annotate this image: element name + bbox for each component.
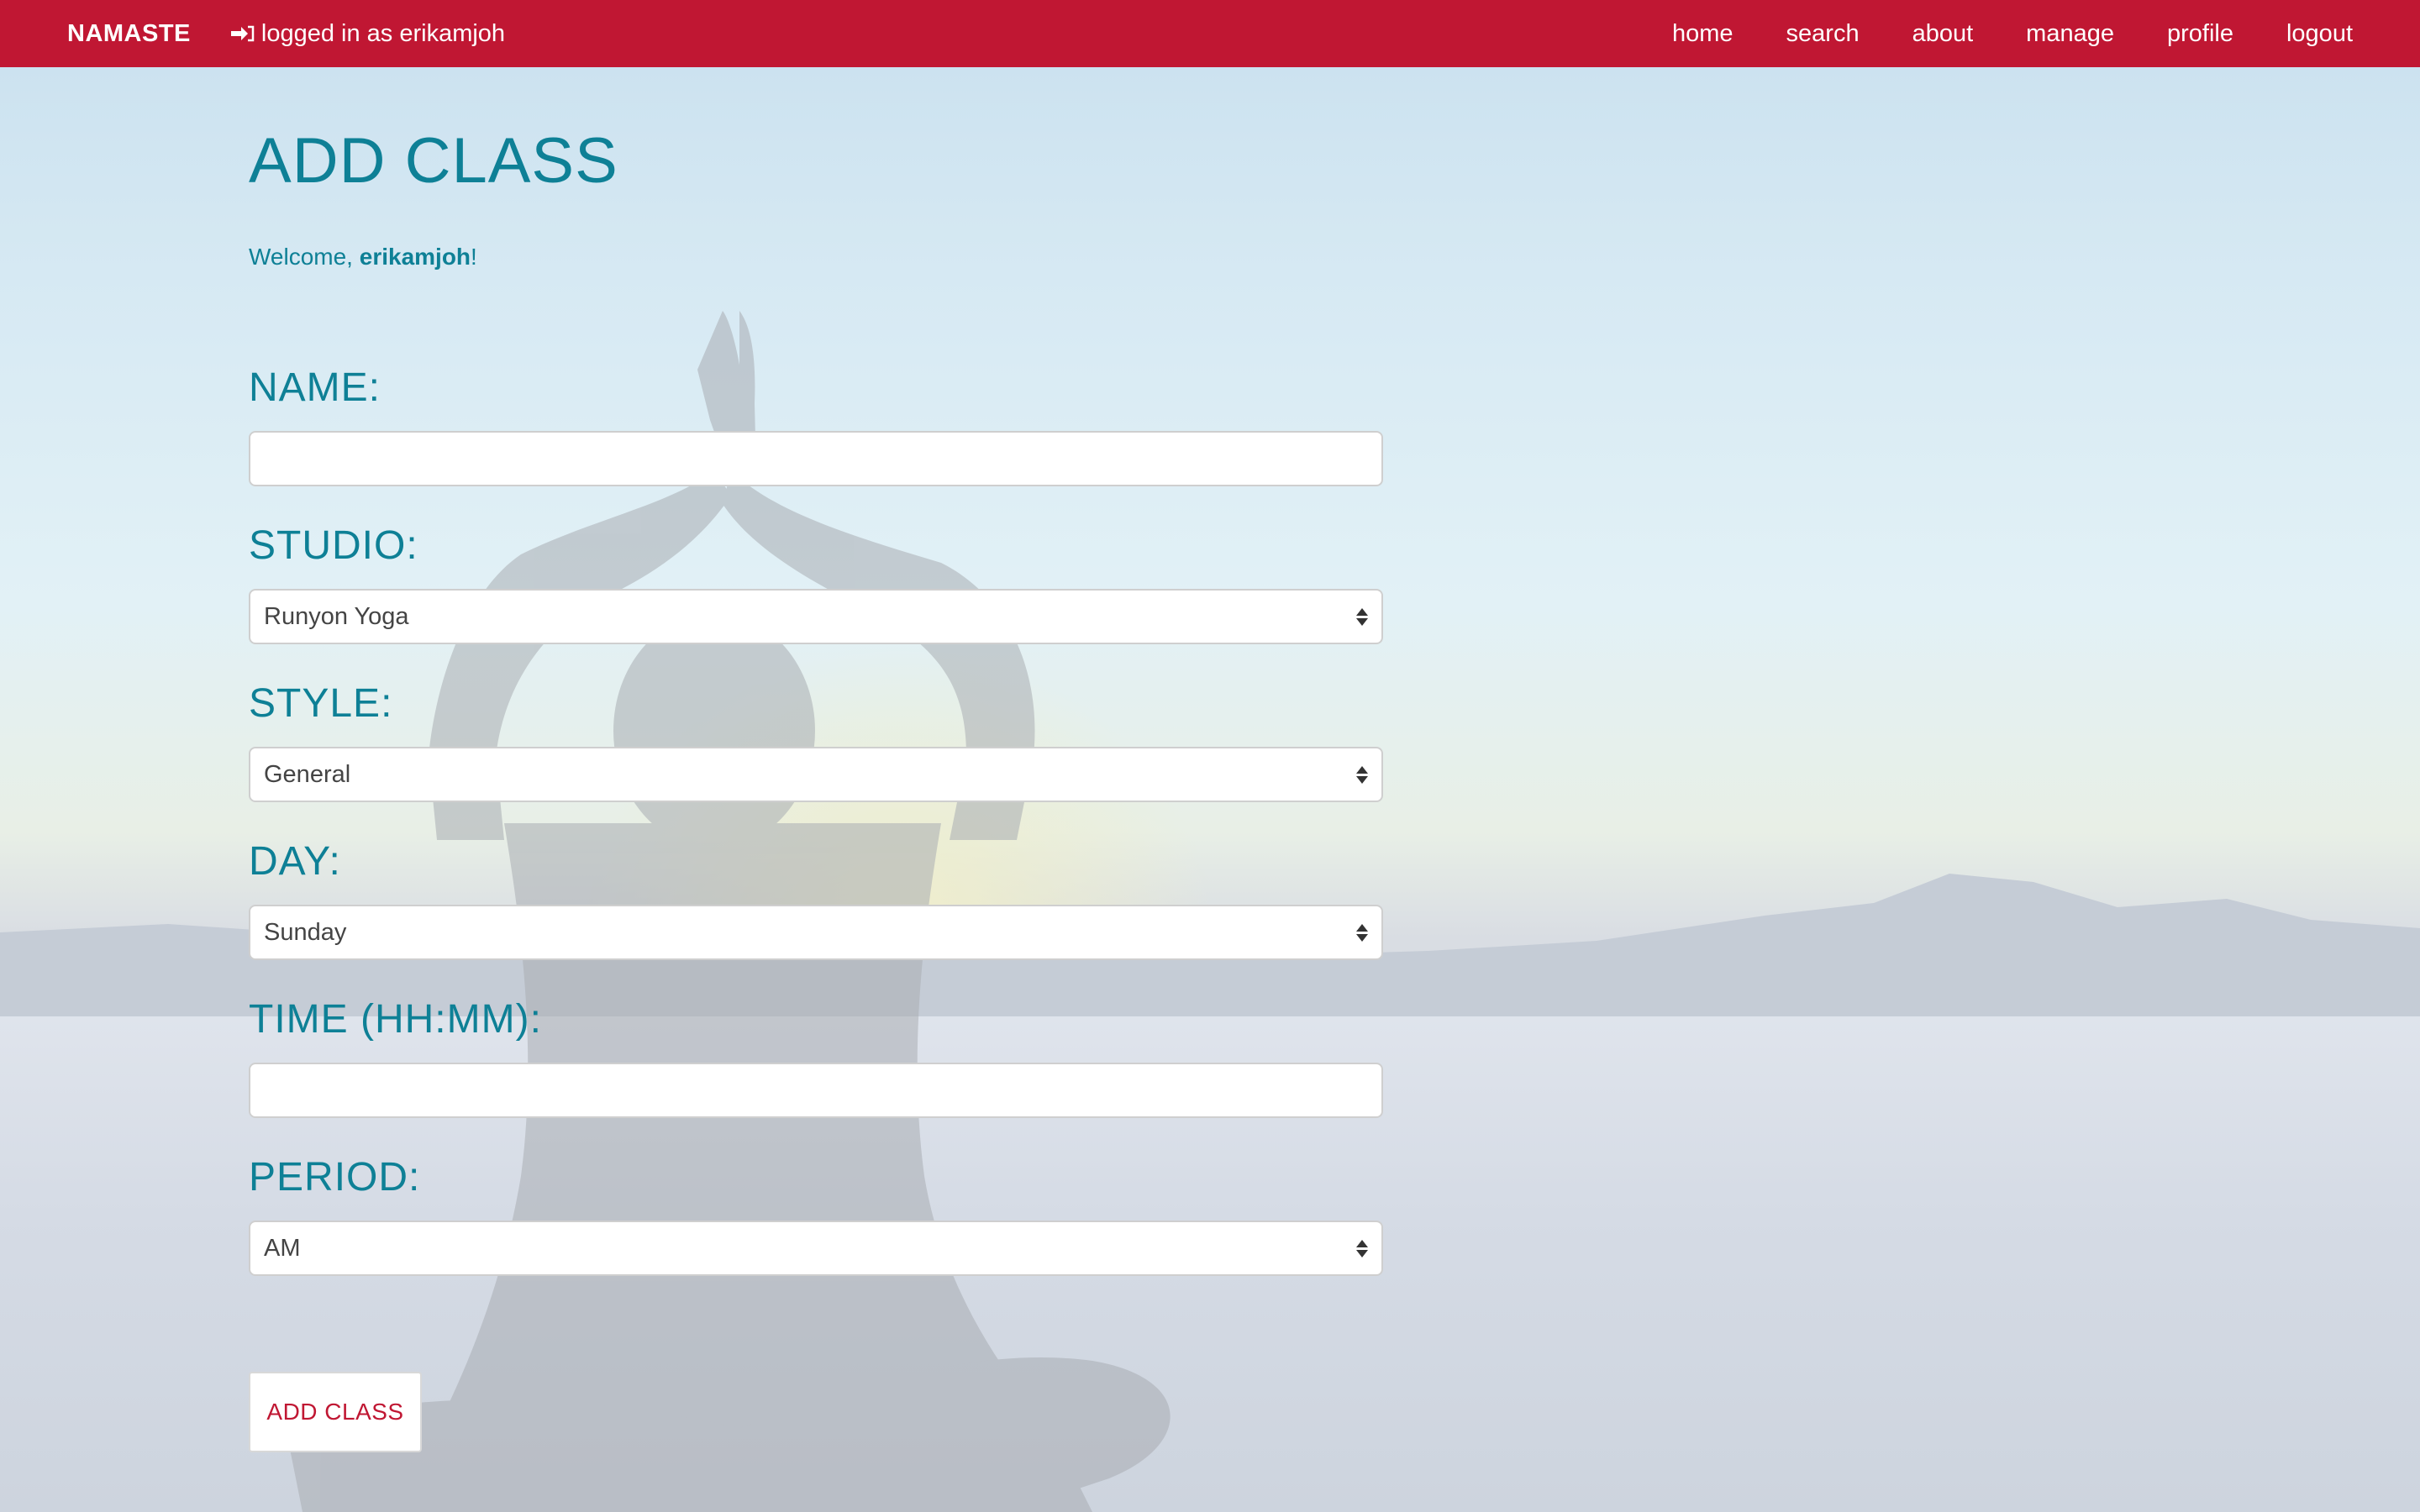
add-class-button[interactable]: ADD CLASS	[249, 1372, 422, 1452]
nav-link-logout[interactable]: logout	[2286, 20, 2353, 48]
nav-link-profile[interactable]: profile	[2167, 20, 2233, 48]
day-select[interactable]: Sunday	[249, 905, 1383, 960]
style-label: STYLE:	[249, 681, 393, 726]
nav-link-about[interactable]: about	[1912, 20, 1974, 48]
name-label: NAME:	[249, 365, 381, 410]
period-select-value: AM	[264, 1234, 301, 1262]
nav-link-manage[interactable]: manage	[2026, 20, 2114, 48]
nav-link-home[interactable]: home	[1672, 20, 1733, 48]
welcome-prefix: Welcome,	[249, 244, 360, 270]
main-content: ADD CLASS Welcome, erikamjoh! NAME: STUD…	[249, 67, 1383, 1452]
time-label: TIME (HH:MM):	[249, 997, 542, 1042]
nav-links: home search about manage profile logout	[1619, 20, 2353, 48]
page-title: ADD CLASS	[249, 125, 618, 197]
studio-select[interactable]: Runyon Yoga	[249, 589, 1383, 644]
name-input[interactable]	[249, 431, 1383, 486]
day-label: DAY:	[249, 839, 341, 884]
welcome-username: erikamjoh	[359, 244, 471, 270]
style-select-value: General	[264, 760, 351, 788]
sign-in-icon	[230, 25, 255, 42]
select-arrows-icon	[1356, 763, 1368, 786]
period-label: PERIOD:	[249, 1155, 421, 1200]
studio-select-value: Runyon Yoga	[264, 602, 409, 630]
time-input[interactable]	[249, 1063, 1383, 1118]
login-status: logged in as erikamjoh	[229, 20, 505, 48]
top-navbar: NAMASTE logged in as erikamjoh home sear…	[0, 0, 2420, 67]
day-select-value: Sunday	[264, 918, 347, 946]
style-select[interactable]: General	[249, 747, 1383, 802]
select-arrows-icon	[1356, 921, 1368, 944]
period-select[interactable]: AM	[249, 1221, 1383, 1276]
welcome-message: Welcome, erikamjoh!	[249, 244, 1383, 270]
login-status-text: logged in as erikamjoh	[260, 19, 506, 47]
welcome-suffix: !	[471, 244, 477, 270]
studio-label: STUDIO:	[249, 523, 418, 568]
select-arrows-icon	[1356, 605, 1368, 628]
add-class-form: NAME: STUDIO: Runyon Yoga STYLE: General…	[249, 368, 1383, 1452]
select-arrows-icon	[1356, 1236, 1368, 1260]
nav-link-search[interactable]: search	[1786, 20, 1860, 48]
brand-logo[interactable]: NAMASTE	[67, 20, 191, 48]
